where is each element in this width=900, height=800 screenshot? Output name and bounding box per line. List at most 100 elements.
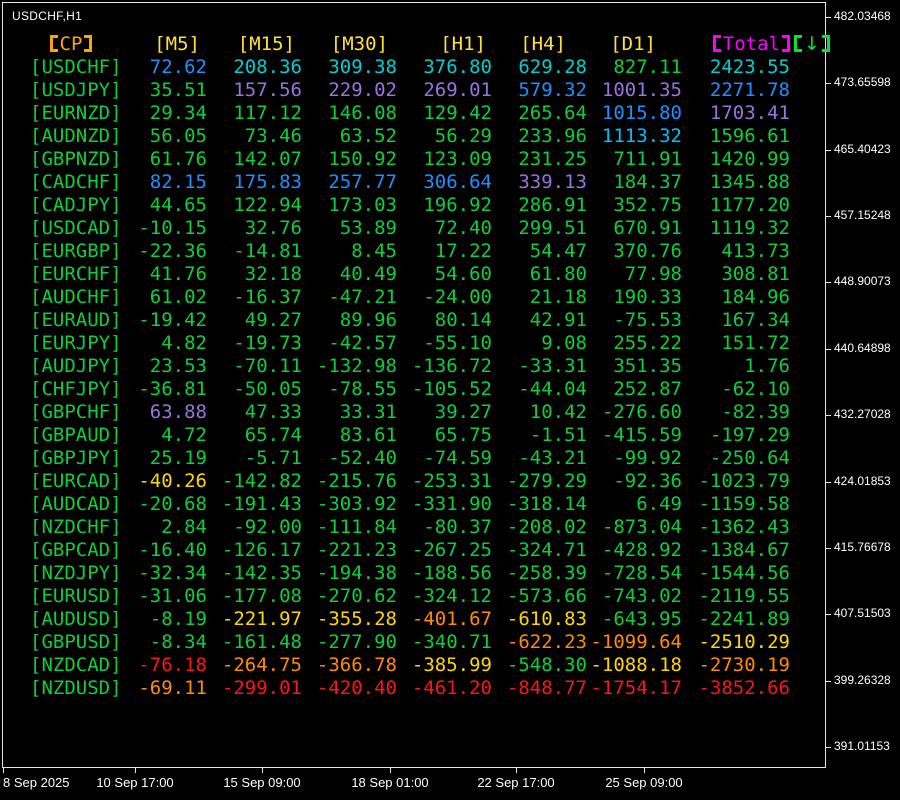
value-cell: 17.22 <box>434 240 492 262</box>
table-row: [CADJPY] 44.65 122.94 173.03 196.92 286.91 352… <box>0 194 836 217</box>
value-cell: -24.00 <box>423 286 492 308</box>
pair-label: [GBPJPY] <box>30 447 122 469</box>
pair-label: [GBPCAD] <box>30 539 122 561</box>
value-cell: 175.83 <box>233 171 302 193</box>
time-axis-label: 25 Sep 09:00 <box>605 775 683 790</box>
header-h4: [H4] <box>520 33 566 55</box>
value-cell: -1159.58 <box>698 493 790 515</box>
value-cell: 2271.78 <box>709 79 790 101</box>
value-cell: -69.11 <box>138 677 207 699</box>
value-cell: -2241.89 <box>698 608 790 630</box>
value-cell: 339.13 <box>518 171 587 193</box>
value-cell: -126.17 <box>221 539 302 561</box>
value-cell: 4.72 <box>161 424 207 446</box>
value-cell: -8.19 <box>149 608 207 630</box>
table-row: [EURCAD] -40.26 -142.82 -215.76 -253.31 -279.… <box>0 470 836 493</box>
table-row: [GBPAUD] 4.72 65.74 83.61 65.75 -1.51 -415.59 -… <box>0 424 836 447</box>
value-cell: 711.91 <box>613 148 682 170</box>
value-cell: -340.71 <box>411 631 492 653</box>
price-axis-label: 457.15248 <box>834 208 891 222</box>
value-cell: 72.40 <box>434 217 492 239</box>
value-cell: 370.76 <box>613 240 682 262</box>
value-cell: 309.38 <box>328 56 397 78</box>
value-cell: 65.75 <box>434 424 492 446</box>
pair-label: [EURCHF] <box>30 263 122 285</box>
value-cell: -47.21 <box>328 286 397 308</box>
value-cell: -366.78 <box>316 654 397 676</box>
table-row: [NZDJPY] -32.34 -142.35 -194.38 -188.56 -258.… <box>0 562 836 585</box>
table-row: [AUDCAD] -20.68 -191.43 -303.92 -331.90 -318.… <box>0 493 836 516</box>
value-cell: 146.08 <box>328 102 397 124</box>
pair-label: [USDJPY] <box>30 79 122 101</box>
value-cell: 44.65 <box>149 194 207 216</box>
pair-label: [GBPCHF] <box>30 401 122 423</box>
price-axis-label: 424.01853 <box>834 474 891 488</box>
value-cell: -177.08 <box>221 585 302 607</box>
value-cell: 1015.80 <box>601 102 682 124</box>
value-cell: 72.62 <box>149 56 207 78</box>
value-cell: 32.18 <box>244 263 302 285</box>
value-cell: -14.81 <box>233 240 302 262</box>
price-axis-label: 440.64898 <box>834 341 891 355</box>
value-cell: -5.71 <box>244 447 302 469</box>
pair-label: [NZDCAD] <box>30 654 122 676</box>
value-cell: 167.34 <box>721 309 790 331</box>
pair-label: [AUDCAD] <box>30 493 122 515</box>
value-cell: -43.21 <box>518 447 587 469</box>
value-cell: 1001.35 <box>601 79 682 101</box>
value-cell: -461.20 <box>411 677 492 699</box>
pair-label: [NZDJPY] <box>30 562 122 584</box>
value-cell: 1113.32 <box>601 125 682 147</box>
value-cell: -401.67 <box>411 608 492 630</box>
value-cell: -82.39 <box>721 401 790 423</box>
header-h1: [H1] <box>440 33 486 55</box>
pair-label: [CADJPY] <box>30 194 122 216</box>
value-cell: 77.98 <box>624 263 682 285</box>
table-row: [USDJPY] 35.51 157.56 229.02 269.01 579.32 100… <box>0 79 836 102</box>
value-cell: 299.51 <box>518 217 587 239</box>
price-axis-tick <box>826 150 831 151</box>
price-axis[interactable]: 482.03468 473.65598 465.40423 457.15248 448.… <box>827 0 900 768</box>
value-cell: -1099.64 <box>590 631 682 653</box>
value-cell: -191.43 <box>221 493 302 515</box>
value-cell: -267.25 <box>411 539 492 561</box>
value-cell: 53.89 <box>339 217 397 239</box>
value-cell: 41.76 <box>149 263 207 285</box>
value-cell: -42.57 <box>328 332 397 354</box>
pair-label: [NZDCHF] <box>30 516 122 538</box>
value-cell: -318.14 <box>506 493 587 515</box>
value-cell: -16.37 <box>233 286 302 308</box>
price-axis-tick <box>826 747 831 748</box>
value-cell: 2.84 <box>161 516 207 538</box>
value-cell: -548.30 <box>506 654 587 676</box>
value-cell: 61.80 <box>529 263 587 285</box>
value-cell: 54.47 <box>529 240 587 262</box>
value-cell: -1088.18 <box>590 654 682 676</box>
value-cell: -78.55 <box>328 378 397 400</box>
value-cell: -19.73 <box>233 332 302 354</box>
value-cell: -44.04 <box>518 378 587 400</box>
table-row: [EURGBP] -22.36 -14.81 8.45 17.22 54.47 370.76… <box>0 240 836 263</box>
pair-label: [CADCHF] <box>30 171 122 193</box>
value-cell: 49.27 <box>244 309 302 331</box>
price-axis-tick <box>826 614 831 615</box>
price-axis-label: 432.27028 <box>834 407 891 421</box>
table-row: [GBPJPY] 25.19 -5.71 -52.40 -74.59 -43.21 -99.… <box>0 447 836 470</box>
value-cell: -873.04 <box>601 516 682 538</box>
mt4-chart-window: { "window": { "title": "USDCHF,H1" }, "p… <box>0 0 900 800</box>
value-cell: -208.02 <box>506 516 587 538</box>
value-cell: 157.56 <box>233 79 302 101</box>
value-cell: -2119.55 <box>698 585 790 607</box>
header-m30: [M30] <box>330 33 388 55</box>
value-cell: 629.28 <box>518 56 587 78</box>
price-axis-label: 473.65598 <box>834 75 891 89</box>
time-axis-tick <box>390 768 391 773</box>
value-cell: -385.99 <box>411 654 492 676</box>
header-cp: CP <box>0 33 112 56</box>
header-d1: [D1] <box>610 33 656 55</box>
pair-label: [EURJPY] <box>30 332 122 354</box>
time-axis-label: 22 Sep 17:00 <box>477 775 555 790</box>
value-cell: 670.91 <box>613 217 682 239</box>
value-cell: -428.92 <box>601 539 682 561</box>
value-cell: -420.40 <box>316 677 397 699</box>
